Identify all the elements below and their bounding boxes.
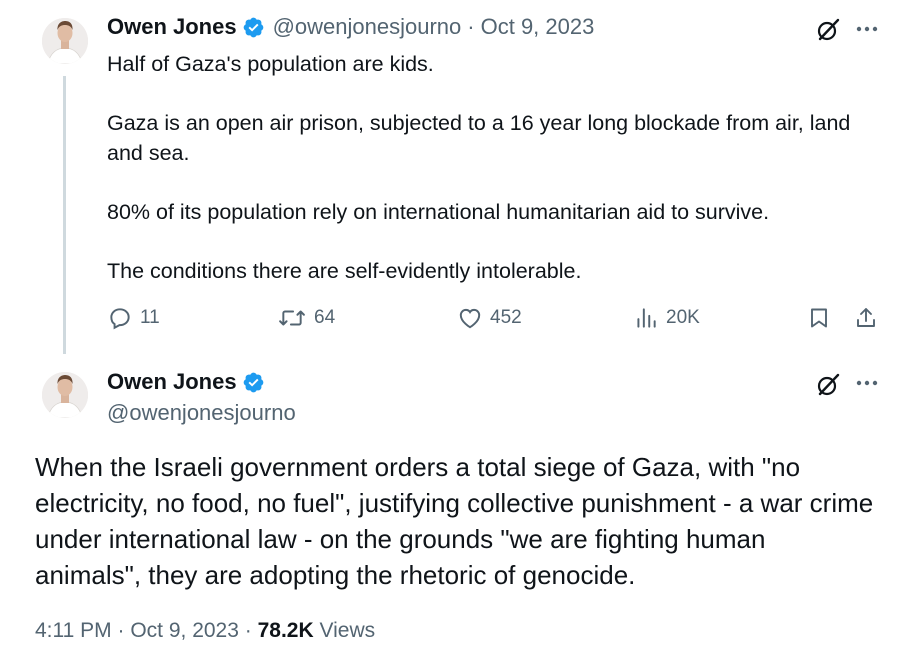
tweet1-text: Half of Gaza's population are kids. Gaza…: [107, 50, 867, 286]
tweet1-paragraph: Half of Gaza's population are kids.: [107, 52, 434, 76]
author-handle[interactable]: @owenjonesjourno: [107, 400, 296, 426]
grok-icon[interactable]: [815, 17, 841, 43]
repost-button[interactable]: 64: [277, 305, 335, 331]
share-button[interactable]: [854, 305, 885, 331]
more-icon[interactable]: [855, 378, 879, 388]
like-icon: [459, 308, 481, 329]
grok-icon[interactable]: [815, 372, 841, 398]
avatar[interactable]: [42, 18, 88, 64]
views-count: 20K: [666, 307, 700, 328]
thread-connector-line: [63, 76, 66, 354]
tweet-date[interactable]: Oct 9, 2023: [130, 619, 239, 642]
tweet1-paragraph: 80% of its population rely on internatio…: [107, 199, 770, 224]
tweet1-action-bar: 11 64 452 20K: [107, 305, 887, 337]
reply-icon: [110, 308, 130, 330]
tweet2-text: When the Israeli government orders a tot…: [35, 452, 874, 590]
views-label: Views: [319, 619, 376, 642]
repost-icon: [279, 310, 305, 326]
repost-count: 64: [314, 307, 336, 328]
author-name[interactable]: Owen Jones: [107, 369, 237, 395]
reply-button[interactable]: 11: [107, 305, 160, 331]
like-count: 452: [490, 307, 522, 328]
separator-dot: ·: [244, 619, 252, 642]
like-button[interactable]: 452: [457, 305, 522, 331]
reply-count: 11: [140, 307, 160, 328]
tweet1-header: Owen Jones @owenjonesjourno · Oct 9, 202…: [107, 14, 594, 40]
tweet2-author-name-row: Owen Jones: [107, 369, 265, 395]
separator-dot: ·: [467, 14, 475, 39]
views-icon: [637, 308, 656, 328]
bookmark-icon: [811, 308, 827, 328]
avatar[interactable]: [42, 372, 88, 418]
tweet1-paragraph: Gaza is an open air prison, subjected to…: [107, 111, 851, 165]
separator-dot: ·: [117, 619, 125, 642]
tweet-date[interactable]: Oct 9, 2023: [481, 14, 595, 40]
tweet2-handle-row: @owenjonesjourno: [107, 400, 296, 426]
author-handle[interactable]: @owenjonesjourno: [273, 14, 462, 40]
tweet2-meta: 4:11 PM · Oct 9, 2023 · 78.2K Views: [35, 619, 375, 643]
tweet-time[interactable]: 4:11 PM: [35, 619, 112, 642]
bookmark-button[interactable]: [807, 305, 838, 331]
more-icon[interactable]: [855, 24, 879, 34]
tweet1-paragraph: The conditions there are self-evidently …: [107, 258, 582, 283]
author-name[interactable]: Owen Jones: [107, 14, 237, 40]
views-button[interactable]: 20K: [633, 305, 700, 331]
verified-badge-icon: [243, 17, 263, 37]
views-count[interactable]: 78.2K: [258, 619, 314, 642]
share-icon: [857, 308, 875, 327]
verified-badge-icon: [243, 372, 263, 392]
